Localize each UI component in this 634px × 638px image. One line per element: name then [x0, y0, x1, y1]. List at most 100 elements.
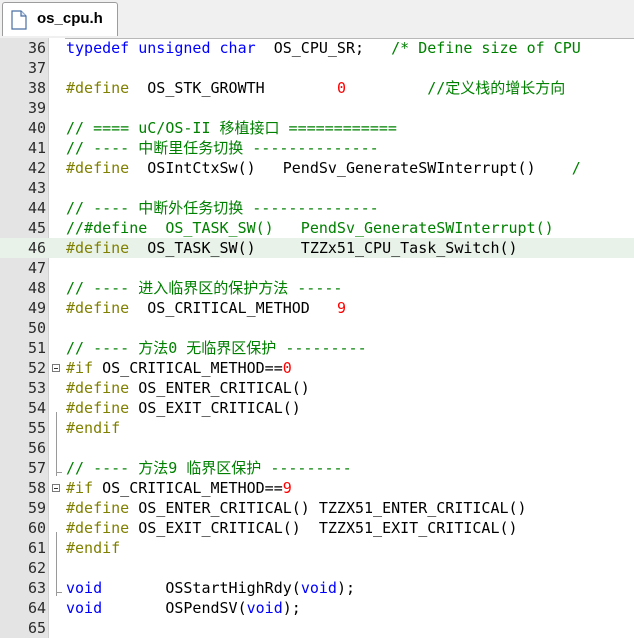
line-number: 53 [27, 379, 46, 397]
code-token: //#define OS_TASK_SW() PendSv_GenerateSW… [66, 219, 554, 237]
line-number: 48 [27, 279, 46, 297]
code-text: // ---- 方法0 无临界区保护 --------- [66, 338, 367, 358]
code-token: #define [66, 379, 130, 397]
code-line[interactable]: 64 void OSPendSV(void); [0, 598, 634, 618]
code-token: OSPendSV( [102, 599, 247, 617]
code-token: OS_ENTER_CRITICAL() TZZX51_ENTER_CRITICA… [129, 499, 527, 517]
line-number: 49 [27, 299, 46, 317]
code-line[interactable]: 57 // ---- 方法9 临界区保护 --------- [0, 458, 634, 478]
code-text: #if OS_CRITICAL_METHOD==9 [66, 478, 292, 498]
code-line[interactable]: 59 #define OS_ENTER_CRITICAL() TZZX51_ENT… [0, 498, 634, 518]
code-token: OS_TASK_SW() TZZx51_CPU_Task_Switch() [129, 239, 518, 257]
code-token: char [219, 39, 256, 57]
code-token: void [246, 599, 283, 617]
line-number: 52 [27, 359, 46, 377]
code-token: // ---- 方法0 无临界区保护 --------- [66, 339, 367, 357]
code-token: ); [282, 599, 301, 617]
line-number: 51 [27, 339, 46, 357]
code-line[interactable]: 47 [0, 258, 634, 278]
code-line[interactable]: 45 //#define OS_TASK_SW() PendSv_Generate… [0, 218, 634, 238]
tab-title: os_cpu.h [37, 10, 103, 27]
code-line[interactable]: 55 #endif [0, 418, 634, 438]
code-text: #define OS_ENTER_CRITICAL() TZZX51_ENTER… [66, 498, 527, 518]
code-editor[interactable]: 36 typedef unsigned char OS_CPU_SR; /* De… [0, 38, 634, 638]
line-number: 57 [27, 459, 46, 477]
code-text: #define OS_STK_GROWTH 0 //定义栈的增长方向 [66, 78, 565, 98]
code-line[interactable]: 42 #define OSIntCtxSw() PendSv_GenerateSW… [0, 158, 634, 178]
code-token: OS_STK_GROWTH [129, 79, 337, 97]
code-token: /* Define size of CPU [391, 39, 581, 57]
line-number: 40 [27, 119, 46, 137]
code-text: #define OS_TASK_SW() TZZx51_CPU_Task_Swi… [66, 238, 518, 258]
code-line[interactable]: 43 [0, 178, 634, 198]
code-token: void [300, 579, 337, 597]
code-line[interactable]: 56 [0, 438, 634, 458]
code-token: #define [66, 79, 130, 97]
code-line[interactable]: 37 [0, 58, 634, 78]
code-line[interactable]: 44 // ---- 中断外任务切换 -------------- [0, 198, 634, 218]
code-line[interactable]: 51 // ---- 方法0 无临界区保护 --------- [0, 338, 634, 358]
code-text: #define OS_CRITICAL_METHOD 9 [66, 298, 346, 318]
code-line[interactable]: 36 typedef unsigned char OS_CPU_SR; /* De… [0, 38, 634, 58]
line-number: 43 [27, 179, 46, 197]
tab-os-cpu-h[interactable]: os_cpu.h [2, 2, 118, 36]
line-number: 61 [27, 539, 46, 557]
code-line[interactable]: 50 [0, 318, 634, 338]
code-line[interactable]: 39 [0, 98, 634, 118]
code-text: #endif [66, 418, 120, 438]
code-text: //#define OS_TASK_SW() PendSv_GenerateSW… [66, 218, 554, 238]
code-line[interactable]: 46 #define OS_TASK_SW() TZZx51_CPU_Task_S… [0, 238, 634, 258]
code-line[interactable]: 40 // ==== uC/OS-II 移植接口 ============ [0, 118, 634, 138]
code-line[interactable]: 49 #define OS_CRITICAL_METHOD 9 [0, 298, 634, 318]
fold-toggle-icon[interactable] [52, 484, 60, 492]
code-line[interactable]: 38 #define OS_STK_GROWTH 0 //定义栈的增长方向 [0, 78, 634, 98]
line-number: 56 [27, 439, 46, 457]
code-token: #endif [66, 419, 121, 437]
code-text: #endif [66, 538, 120, 558]
code-line[interactable]: 63 void OSStartHighRdy(void); [0, 578, 634, 598]
code-token: OS_ENTER_CRITICAL() [129, 379, 310, 397]
line-number: 38 [27, 79, 46, 97]
line-number: 47 [27, 259, 46, 277]
code-line[interactable]: 65 [0, 618, 634, 638]
code-token: #define [66, 299, 130, 317]
code-line[interactable]: 41 // ---- 中断里任务切换 -------------- [0, 138, 634, 158]
code-token: typedef [66, 39, 130, 57]
code-token: #define [66, 399, 130, 417]
line-number: 45 [27, 219, 46, 237]
code-text: // ---- 进入临界区的保护方法 ----- [66, 278, 342, 298]
code-text: #if OS_CRITICAL_METHOD==0 [66, 358, 292, 378]
code-token: 9 [336, 299, 346, 317]
line-number: 44 [27, 199, 46, 217]
code-token: 9 [282, 479, 292, 497]
line-number: 46 [27, 239, 46, 257]
code-token: OS_EXIT_CRITICAL() [129, 399, 301, 417]
code-token: ); [336, 579, 355, 597]
line-number: 39 [27, 99, 46, 117]
line-number: 58 [27, 479, 46, 497]
code-token: // ---- 进入临界区的保护方法 ----- [66, 279, 343, 297]
code-token: OS_CRITICAL_METHOD== [93, 479, 283, 497]
code-line[interactable]: 53 #define OS_ENTER_CRITICAL() [0, 378, 634, 398]
code-line[interactable]: 52 #if OS_CRITICAL_METHOD==0 [0, 358, 634, 378]
line-number: 55 [27, 419, 46, 437]
code-line[interactable]: 58 #if OS_CRITICAL_METHOD==9 [0, 478, 634, 498]
line-number: 37 [27, 59, 46, 77]
code-text: void OSPendSV(void); [66, 598, 301, 618]
code-token: #if [66, 359, 94, 377]
code-text: // ---- 中断外任务切换 -------------- [66, 198, 379, 218]
fold-toggle-icon[interactable] [52, 364, 60, 372]
code-line[interactable]: 48 // ---- 进入临界区的保护方法 ----- [0, 278, 634, 298]
code-token: // ---- 方法9 临界区保护 --------- [66, 459, 352, 477]
code-token: // ==== uC/OS-II 移植接口 ============ [66, 119, 397, 137]
code-text: #define OS_EXIT_CRITICAL() [66, 398, 301, 418]
code-text: typedef unsigned char OS_CPU_SR; /* Defi… [66, 38, 581, 58]
code-line[interactable]: 61 #endif [0, 538, 634, 558]
code-token: OS_CPU_SR; [255, 39, 392, 57]
code-line[interactable]: 54 #define OS_EXIT_CRITICAL() [0, 398, 634, 418]
code-token: 0 [336, 79, 346, 97]
code-line[interactable]: 60 #define OS_EXIT_CRITICAL() TZZX51_EXIT… [0, 518, 634, 538]
line-number: 36 [27, 39, 46, 57]
code-line[interactable]: 62 [0, 558, 634, 578]
